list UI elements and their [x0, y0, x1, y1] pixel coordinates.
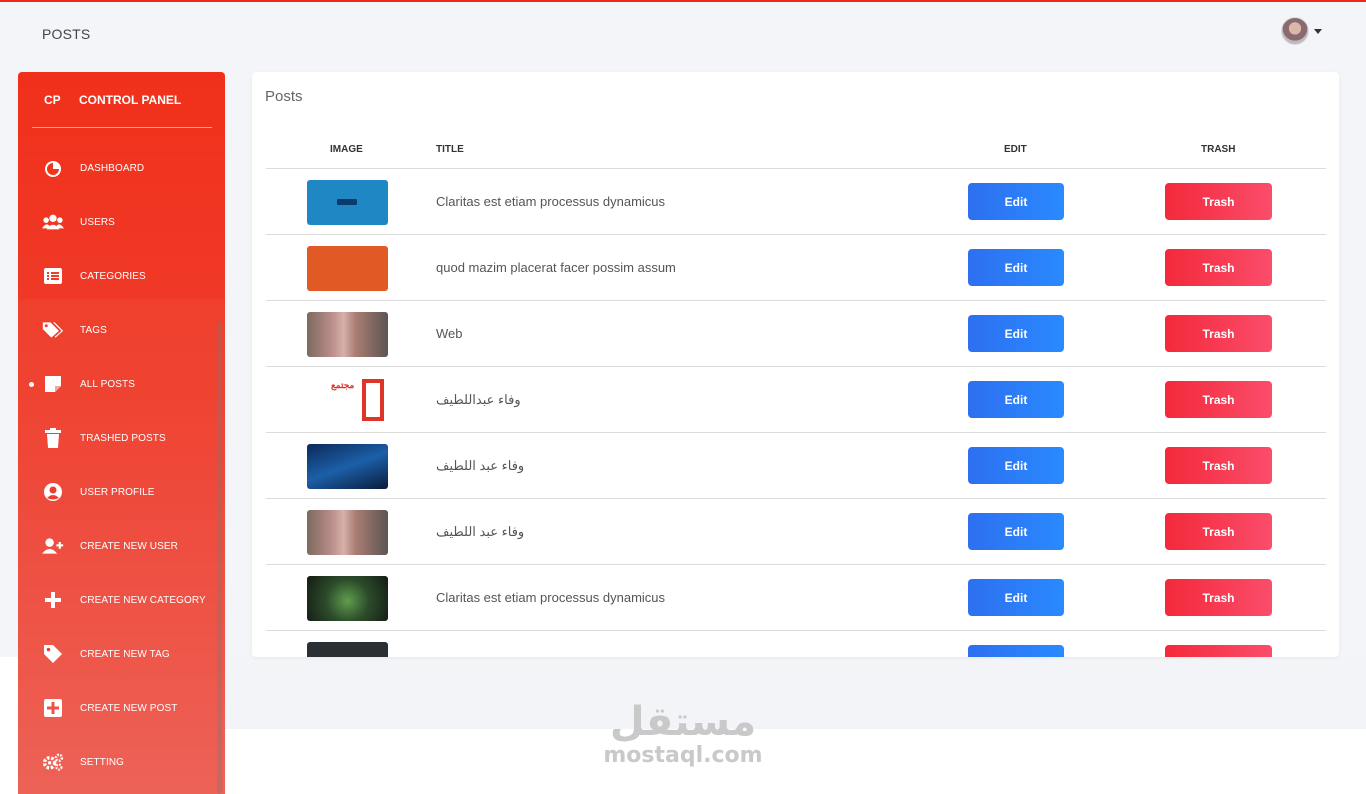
sidebar-item-label: TAGS	[80, 324, 107, 336]
table-row: وفاء عبد اللطيف Edit Trash	[266, 433, 1326, 499]
sidebar-item-label: ALL POSTS	[80, 378, 135, 390]
active-indicator	[29, 381, 34, 387]
table-row: Claritas est etiam processus dynamicus E…	[266, 169, 1326, 235]
edit-button[interactable]: Edit	[968, 447, 1064, 484]
table-row: Claritas est etiam processus dynamicus E…	[266, 565, 1326, 631]
edit-button[interactable]: Edit	[968, 579, 1064, 616]
trash-button[interactable]: Trash	[1165, 513, 1272, 550]
avatar[interactable]	[1281, 17, 1309, 45]
trash-button[interactable]	[1165, 645, 1272, 657]
table-row: quod mazim placerat facer possim assum E…	[266, 235, 1326, 301]
list-icon	[42, 265, 64, 287]
post-thumbnail	[307, 246, 388, 291]
post-title: وفاء عبد اللطيف	[436, 524, 525, 539]
watermark-latin: mostaql.com	[603, 743, 763, 768]
sidebar-item-label: CREATE NEW POST	[80, 702, 178, 714]
post-title: quod mazim placerat facer possim assum	[436, 260, 676, 275]
post-title: وفاء عبداللطيف	[436, 392, 521, 407]
post-title: Claritas est etiam processus dynamicus	[436, 590, 666, 605]
sidebar-item-label: CREATE NEW USER	[80, 540, 178, 552]
page-title: POSTS	[42, 26, 91, 42]
trash-button[interactable]: Trash	[1165, 183, 1272, 220]
sidebar-item-create-new-user[interactable]: CREATE NEW USER	[18, 519, 218, 573]
tag-icon	[42, 643, 64, 665]
trash-button[interactable]: Trash	[1165, 381, 1272, 418]
post-thumbnail	[307, 642, 388, 657]
sidebar-item-label: SETTING	[80, 756, 125, 768]
watermark-arabic: مستقل	[609, 699, 757, 745]
sidebar-item-label: DASHBOARD	[80, 162, 145, 174]
post-thumbnail	[307, 180, 388, 225]
sidebar-item-trashed-posts[interactable]: TRASHED POSTS	[18, 411, 218, 465]
sidebar-brand[interactable]: CP CONTROL PANEL	[44, 93, 181, 107]
plus-icon	[42, 589, 64, 611]
post-thumbnail	[307, 576, 388, 621]
sidebar-item-setting[interactable]: SETTING	[18, 735, 218, 789]
post-thumbnail: مجتمع	[307, 378, 388, 423]
sticky-note-icon	[42, 373, 64, 395]
edit-button[interactable]: Edit	[968, 315, 1064, 352]
sidebar-item-label: CATEGORIES	[80, 270, 146, 282]
post-thumbnail	[307, 312, 388, 357]
user-plus-icon	[42, 535, 64, 557]
cogs-icon	[42, 751, 64, 773]
edit-button[interactable]: Edit	[968, 513, 1064, 550]
sidebar-scrollbar[interactable]	[217, 322, 222, 794]
table-row: مجتمع وفاء عبداللطيف Edit Trash	[266, 367, 1326, 433]
trash-button[interactable]: Trash	[1165, 315, 1272, 352]
sidebar-item-label: CREATE NEW TAG	[80, 648, 170, 660]
table-header: IMAGE TITLE EDIT TRASH	[266, 142, 1326, 169]
sidebar-item-users[interactable]: USERS	[18, 195, 218, 249]
post-title: وفاء عبد اللطيف	[436, 458, 525, 473]
caret-down-icon[interactable]	[1314, 28, 1322, 34]
users-icon	[42, 211, 64, 233]
trash-button[interactable]: Trash	[1165, 447, 1272, 484]
bottom-band	[225, 657, 1366, 729]
post-thumbnail	[307, 510, 388, 555]
table-row: وفاء عبد اللطيف Edit Trash	[266, 499, 1326, 565]
tags-icon	[42, 319, 64, 341]
sidebar-item-create-new-post[interactable]: CREATE NEW POST	[18, 681, 218, 735]
post-thumbnail	[307, 444, 388, 489]
watermark: مستقل mostaql.com	[600, 700, 766, 768]
table-row	[266, 631, 1326, 657]
post-title: Claritas est etiam processus dynamicus	[436, 194, 666, 209]
trash-button[interactable]: Trash	[1165, 579, 1272, 616]
sidebar-item-categories[interactable]: CATEGORIES	[18, 249, 218, 303]
thumbnail-logo-text: مجتمع	[331, 380, 355, 390]
column-header-edit: EDIT	[1004, 144, 1027, 155]
column-header-image: IMAGE	[330, 144, 363, 155]
plus-square-icon	[42, 697, 64, 719]
sidebar-divider	[32, 127, 212, 128]
trash-icon	[42, 427, 64, 449]
pie-chart-icon	[42, 157, 64, 179]
edit-button[interactable]: Edit	[968, 249, 1064, 286]
table-row: Web Edit Trash	[266, 301, 1326, 367]
user-menu[interactable]	[1281, 17, 1322, 45]
brand-name: CONTROL PANEL	[79, 93, 182, 107]
sidebar-item-label: TRASHED POSTS	[80, 432, 166, 444]
brand-short: CP	[44, 93, 61, 107]
sidebar-item-create-new-category[interactable]: CREATE NEW CATEGORY	[18, 573, 218, 627]
sidebar-item-dashboard[interactable]: DASHBOARD	[18, 141, 218, 195]
sidebar-item-label: USER PROFILE	[80, 486, 155, 498]
user-circle-icon	[42, 481, 64, 503]
sidebar-item-label: USERS	[80, 216, 115, 228]
edit-button[interactable]	[968, 645, 1064, 657]
column-header-trash: TRASH	[1201, 144, 1236, 155]
column-header-title: TITLE	[436, 144, 464, 155]
sidebar-item-tags[interactable]: TAGS	[18, 303, 218, 357]
posts-card: Posts IMAGE TITLE EDIT TRASH Claritas es…	[252, 72, 1339, 657]
edit-button[interactable]: Edit	[968, 381, 1064, 418]
trash-button[interactable]: Trash	[1165, 249, 1272, 286]
post-title: Web	[436, 326, 463, 341]
sidebar-item-create-new-tag[interactable]: CREATE NEW TAG	[18, 627, 218, 681]
edit-button[interactable]: Edit	[968, 183, 1064, 220]
sidebar-item-all-posts[interactable]: ALL POSTS	[18, 357, 218, 411]
sidebar-item-label: CREATE NEW CATEGORY	[80, 594, 206, 606]
sidebar-item-user-profile[interactable]: USER PROFILE	[18, 465, 218, 519]
card-title: Posts	[265, 88, 303, 105]
sidebar: CP CONTROL PANEL DASHBOARD USERS CATEGOR…	[18, 72, 225, 794]
